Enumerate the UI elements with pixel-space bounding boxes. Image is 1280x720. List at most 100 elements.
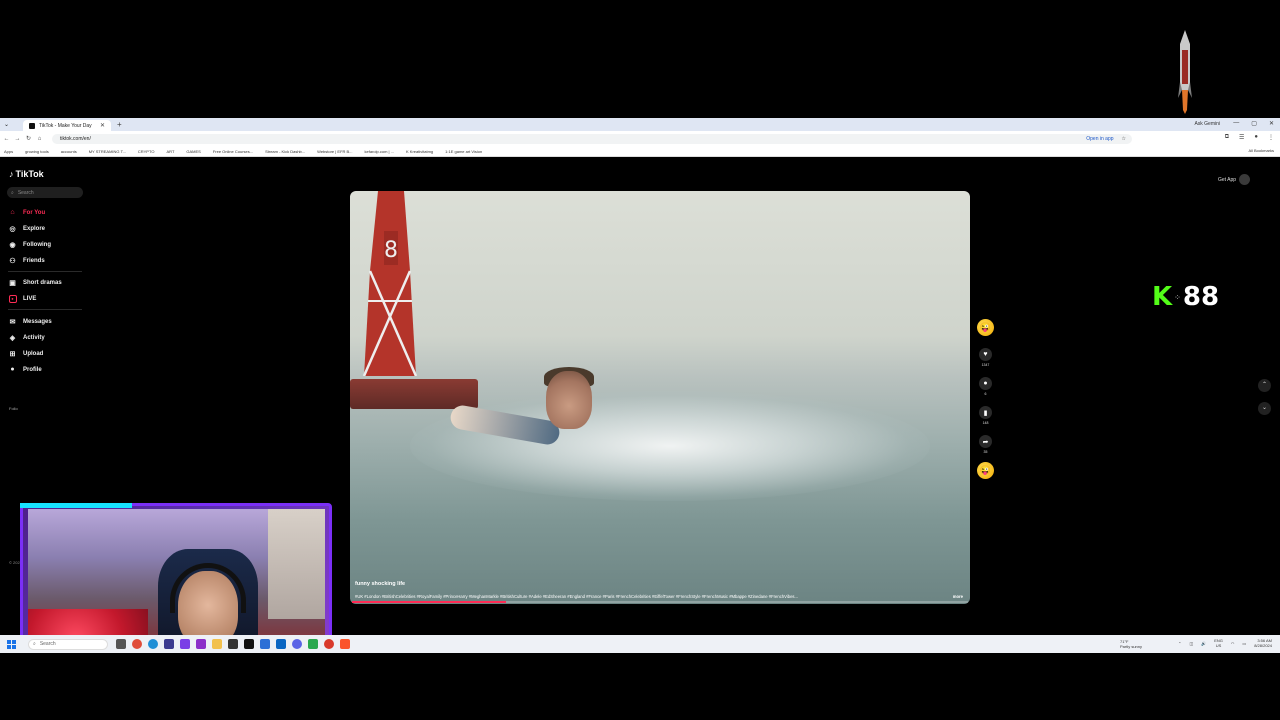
network-icon[interactable]: ◫ xyxy=(1189,641,1193,646)
chrome-icon[interactable] xyxy=(132,639,142,649)
comment-button[interactable]: ● 6 xyxy=(977,377,994,396)
mail-icon[interactable] xyxy=(260,639,270,649)
bookmark-item[interactable]: Stream - Kick Dashb... xyxy=(265,149,305,154)
nav-label: Following xyxy=(23,241,51,248)
dramas-icon: ▣ xyxy=(9,279,16,287)
share-button[interactable]: ➦ 35 xyxy=(977,435,994,454)
maximize-icon[interactable]: ▢ xyxy=(1251,120,1257,127)
taskbar-clock[interactable]: 3:56 AM 8/28/2024 xyxy=(1254,638,1272,648)
bookmark-item[interactable]: CRYPTO xyxy=(138,149,155,154)
nav-profile[interactable]: ● Profile xyxy=(8,365,42,374)
bookmark-item[interactable]: growing tools xyxy=(25,149,49,154)
taskbar-weather[interactable]: 71°F Partly sunny xyxy=(1120,639,1142,649)
save-button[interactable]: ▮ 148 xyxy=(977,406,994,425)
windows-start-icon[interactable] xyxy=(7,639,16,649)
music-disc-emoji[interactable]: 😜 xyxy=(977,462,994,479)
tiktok-favicon-icon xyxy=(29,122,36,129)
user-avatar[interactable] xyxy=(1239,174,1251,185)
extensions-icon[interactable]: ⧉ xyxy=(1225,134,1229,141)
forward-icon[interactable]: → xyxy=(13,136,22,142)
bookmark-item[interactable]: MY STREAMING T... xyxy=(89,149,126,154)
task-view-icon[interactable] xyxy=(116,639,126,649)
kick-overlay: K ⁘ 88 xyxy=(1152,284,1219,310)
battery-icon[interactable]: ▭ xyxy=(1242,641,1246,646)
nav-live[interactable]: ● LIVE xyxy=(8,294,36,303)
tab-search-icon[interactable]: ⌄ xyxy=(4,121,9,128)
notepad-icon[interactable] xyxy=(228,639,238,649)
nav-label: For You xyxy=(23,209,46,216)
profile-avatar-icon[interactable]: ● xyxy=(1254,134,1258,141)
bookmark-item[interactable]: 1:1E game art Vision xyxy=(445,149,482,154)
home-button-icon[interactable]: ⌂ xyxy=(35,136,44,142)
bookmark-item[interactable]: accounts xyxy=(61,149,77,154)
video-progress-bar[interactable] xyxy=(352,601,968,603)
file-explorer-icon[interactable] xyxy=(212,639,222,649)
next-video-button[interactable]: ⌄ xyxy=(1258,402,1271,415)
brave-icon[interactable] xyxy=(340,639,350,649)
twitch-icon[interactable] xyxy=(180,639,190,649)
chrome-canary-icon[interactable] xyxy=(324,639,334,649)
browser-tab-tiktok[interactable]: TikTok - Make Your Day ✕ xyxy=(23,120,112,131)
bookmark-item[interactable]: K Kreativitatmg xyxy=(406,149,433,154)
bookmark-item[interactable]: kefarolp.com | ... xyxy=(365,149,395,154)
bookmark-item[interactable]: Free Online Courses... xyxy=(213,149,253,154)
reading-list-icon[interactable]: ☰ xyxy=(1239,134,1244,141)
nav-short-dramas[interactable]: ▣ Short dramas xyxy=(8,278,62,287)
new-tab-button[interactable]: + xyxy=(117,120,122,129)
obs-icon[interactable] xyxy=(308,639,318,649)
tab-close-icon[interactable]: ✕ xyxy=(100,122,105,129)
back-icon[interactable]: ← xyxy=(2,136,11,142)
previous-video-button[interactable]: ⌃ xyxy=(1258,379,1271,392)
bookmark-item[interactable]: Apps xyxy=(4,149,13,154)
edge-icon[interactable] xyxy=(148,639,158,649)
nav-messages[interactable]: ✉ Messages xyxy=(8,317,52,326)
menu-kebab-icon[interactable]: ⋮ xyxy=(1268,134,1274,141)
nav-label: Profile xyxy=(23,366,42,373)
nav-upload[interactable]: ⊞ Upload xyxy=(8,349,44,358)
video-caption: funny shocking life xyxy=(355,581,406,587)
reload-icon[interactable]: ↻ xyxy=(24,135,33,142)
discord-icon[interactable] xyxy=(292,639,302,649)
buoy-number: 8 xyxy=(384,238,398,263)
toolbar-right-icons: ⧉ ☰ ● ⋮ xyxy=(1225,134,1274,141)
bookmark-item[interactable]: Webstore | EFR B... xyxy=(317,149,352,154)
all-bookmarks-button[interactable]: All Bookmarks xyxy=(1248,148,1274,153)
language-indicator[interactable]: ENG US xyxy=(1214,638,1223,648)
close-window-icon[interactable]: ✕ xyxy=(1269,120,1274,127)
x-icon[interactable] xyxy=(244,639,254,649)
search-placeholder: Search xyxy=(17,189,34,196)
tiktok-logo[interactable]: ♪ TikTok xyxy=(9,169,44,179)
bookmark-item[interactable]: GAMES xyxy=(186,149,200,154)
creator-avatar-emoji[interactable]: 😜 xyxy=(977,319,994,336)
webcam-overlay xyxy=(20,503,332,653)
app-icon[interactable] xyxy=(196,639,206,649)
like-button[interactable]: ♥ 1347 xyxy=(977,348,994,367)
store-icon[interactable] xyxy=(164,639,174,649)
linkedin-icon[interactable] xyxy=(276,639,286,649)
webcam-frame-accent xyxy=(20,503,132,508)
video-hashtags[interactable]: #UK #London #BritishCelebrities #RoyalFa… xyxy=(355,594,967,599)
minimize-icon[interactable]: — xyxy=(1233,120,1239,127)
get-app-button[interactable]: Get App xyxy=(1218,174,1251,185)
nav-friends[interactable]: ⚇ Friends xyxy=(8,256,44,265)
bookmark-star-icon[interactable]: ☆ xyxy=(1122,136,1126,142)
more-button[interactable]: more xyxy=(953,594,963,599)
nav-following[interactable]: ◉ Following xyxy=(8,240,51,249)
open-in-app-button[interactable]: Open in app xyxy=(1086,136,1113,142)
nav-explore[interactable]: ◎ Explore xyxy=(8,224,45,233)
volume-icon[interactable]: 🔊 xyxy=(1201,641,1206,646)
address-bar[interactable]: tiktok.com/en/ Open in app ☆ xyxy=(52,133,1132,144)
search-input[interactable]: ⌕ Search xyxy=(7,187,83,198)
taskbar-search-input[interactable]: ⌕ Search xyxy=(28,638,108,650)
bookmark-item[interactable]: ART xyxy=(166,149,174,154)
comment-icon: ● xyxy=(979,377,992,390)
video-player[interactable]: 8 xyxy=(350,191,970,604)
nav-activity[interactable]: ◈ Activity xyxy=(8,333,45,342)
nav-for-you[interactable]: ⌂ For You xyxy=(8,208,45,217)
clock-date: 8/28/2024 xyxy=(1254,643,1272,648)
tray-chevron-icon[interactable]: ⌃ xyxy=(1178,641,1181,646)
wifi-icon[interactable]: ◠ xyxy=(1231,641,1235,646)
friends-icon: ⚇ xyxy=(9,257,16,265)
messages-icon: ✉ xyxy=(9,318,16,326)
ask-gemini-button[interactable]: Ask Gemini xyxy=(1194,121,1220,127)
